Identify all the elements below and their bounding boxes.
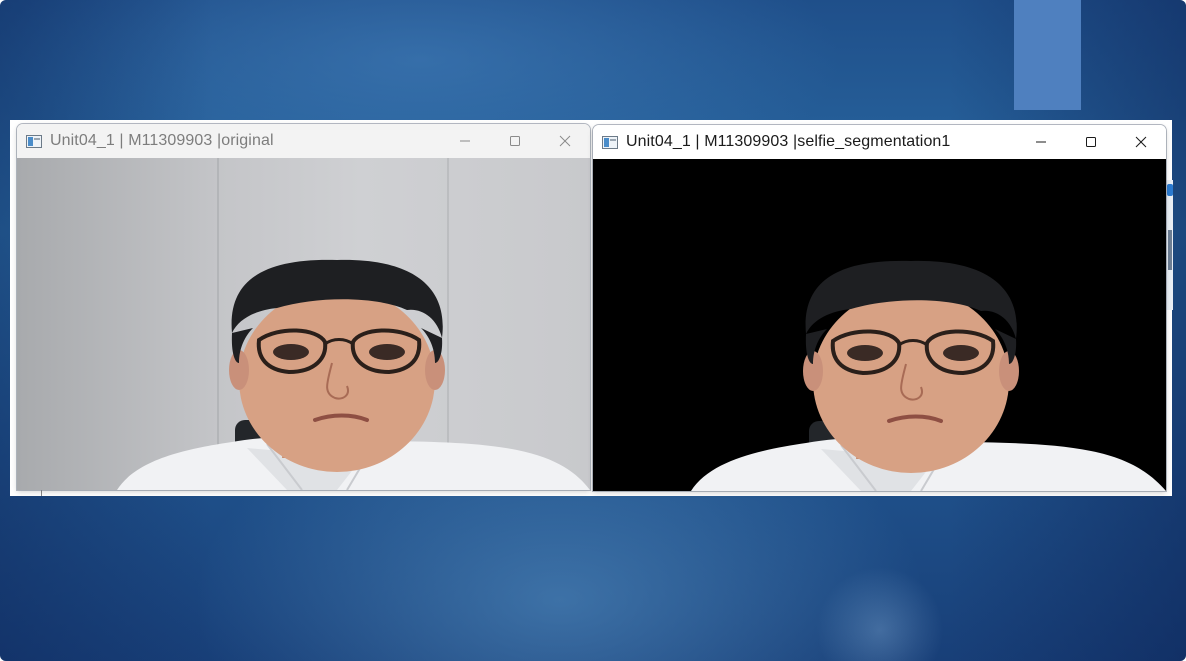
maximize-button[interactable] (490, 124, 540, 158)
app-window-icon (26, 134, 42, 148)
webcam-frame-original (17, 158, 590, 490)
minimize-button[interactable] (440, 124, 490, 158)
window-original[interactable]: Unit04_1 | M11309903 |original (17, 124, 590, 490)
window-controls-selfie-segmentation (1016, 125, 1166, 159)
titlebar-selfie-segmentation[interactable]: Unit04_1 | M11309903 |selfie_segmentatio… (593, 125, 1166, 159)
webcam-frame-segmented (593, 159, 1166, 491)
close-button[interactable] (1116, 125, 1166, 159)
maximize-button[interactable] (1066, 125, 1116, 159)
window-selfie-segmentation[interactable]: Unit04_1 | M11309903 |selfie_segmentatio… (593, 125, 1166, 491)
minimize-button[interactable] (1016, 125, 1066, 159)
decorative-rectangle (1014, 0, 1081, 110)
close-icon (1135, 136, 1147, 148)
person-figure (117, 259, 590, 490)
maximize-icon (510, 136, 520, 146)
maximize-icon (1086, 137, 1096, 147)
window-title-original: Unit04_1 | M11309903 |original (50, 132, 274, 149)
background-window-scrollbar (1168, 230, 1172, 270)
close-icon (559, 135, 571, 147)
minimize-icon (1036, 141, 1046, 143)
minimize-icon (460, 140, 470, 142)
person-figure-segmented (691, 260, 1166, 491)
app-window-icon (602, 135, 618, 149)
close-button[interactable] (540, 124, 590, 158)
window-title-selfie-segmentation: Unit04_1 | M11309903 |selfie_segmentatio… (626, 133, 951, 150)
window-controls-original (440, 124, 590, 158)
titlebar-original[interactable]: Unit04_1 | M11309903 |original (17, 124, 590, 158)
background-window-icon (1167, 184, 1173, 196)
